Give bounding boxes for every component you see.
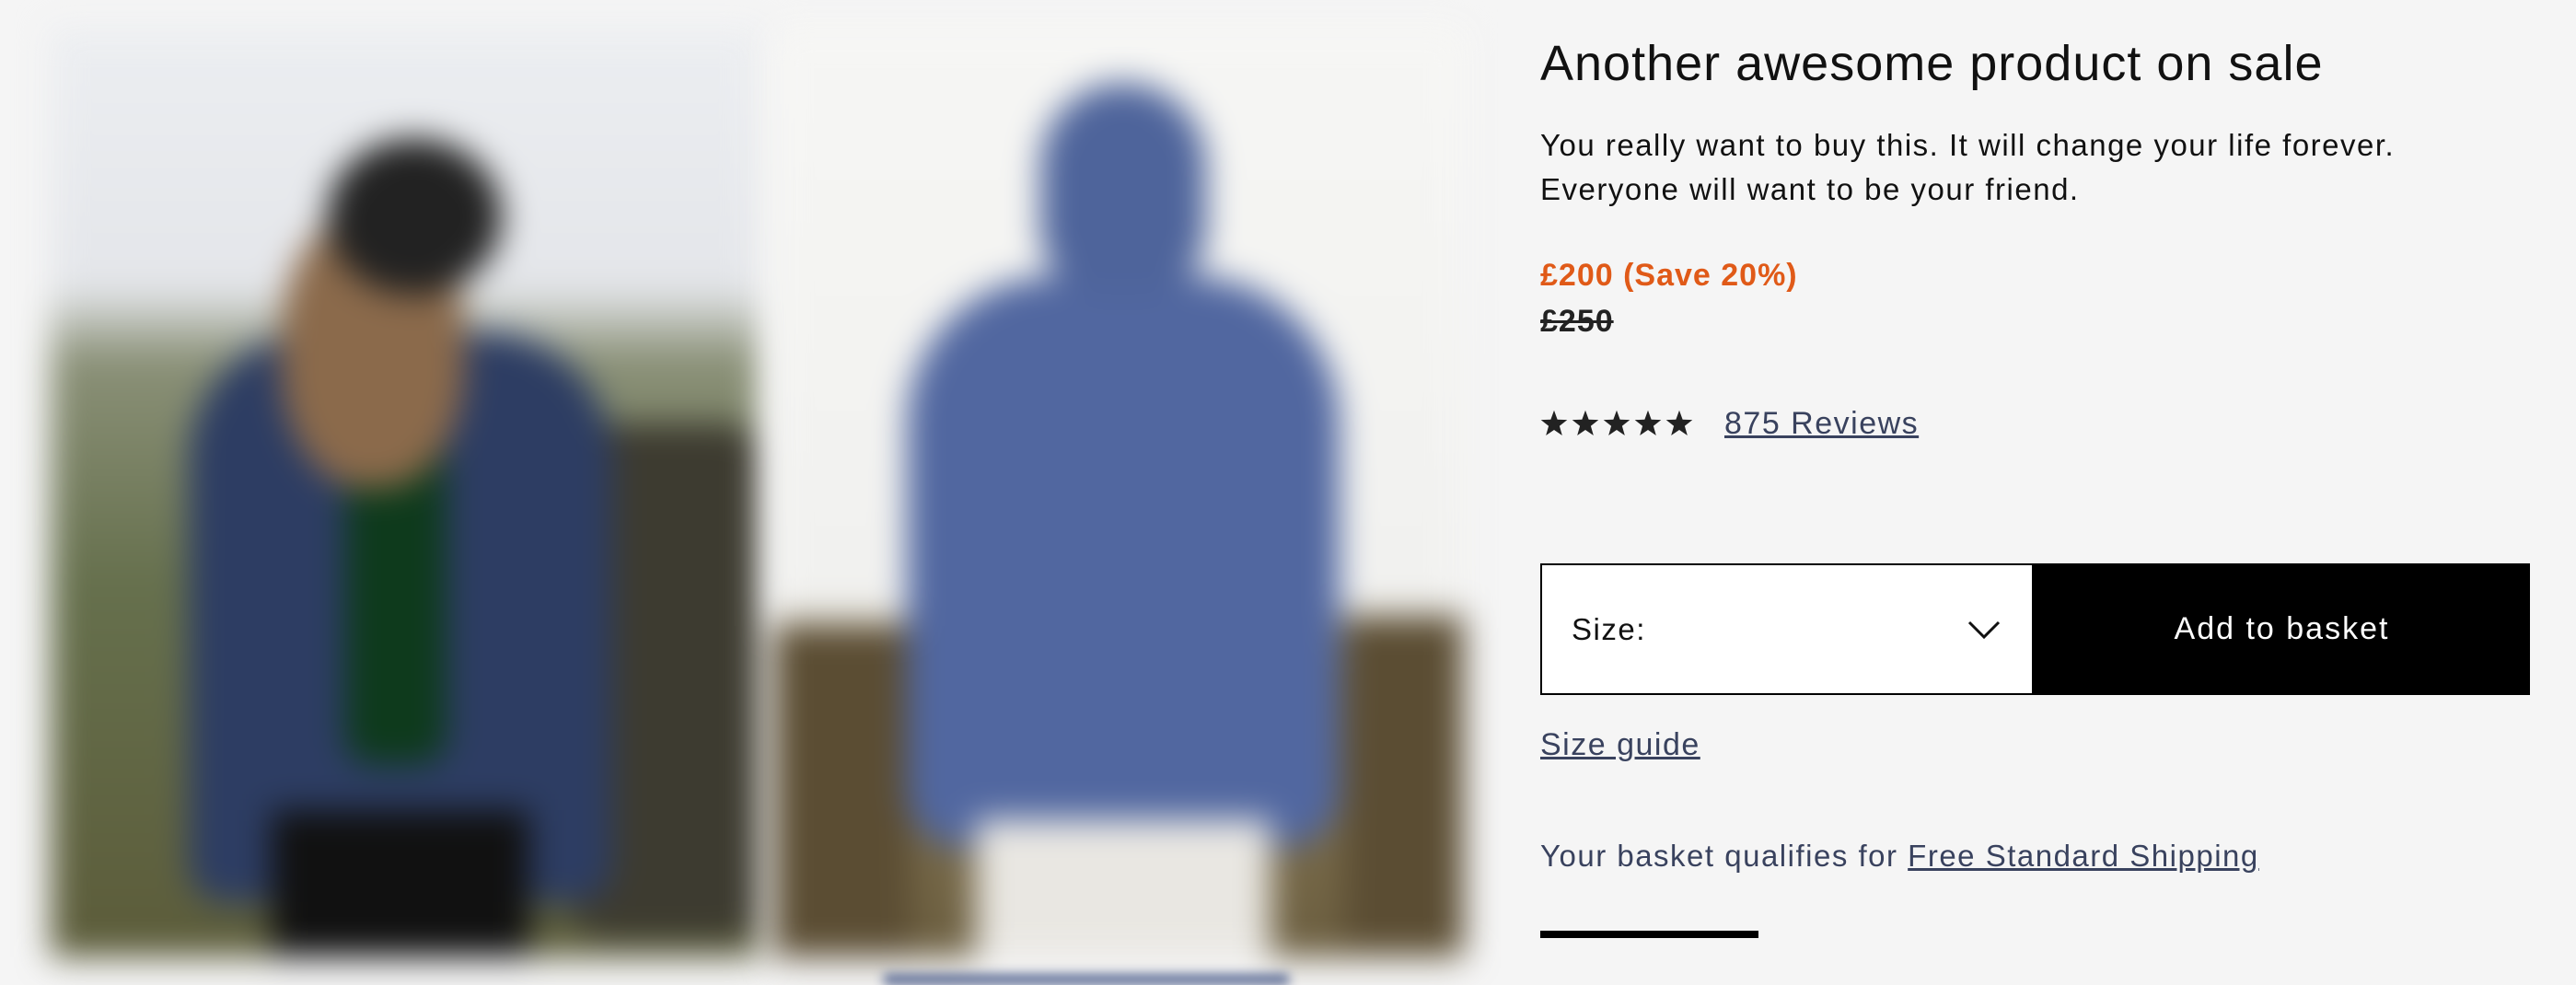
size-dropdown[interactable]: Size:	[1540, 563, 2034, 695]
product-gallery[interactable]	[0, 0, 1501, 985]
sale-price: £200 (Save 20%)	[1540, 258, 1798, 293]
product-image-front[interactable]	[51, 28, 760, 957]
description-line: You really want to buy this. It will cha…	[1540, 128, 2396, 162]
chevron-down-icon	[1967, 620, 2001, 639]
image-legs	[272, 810, 529, 957]
product-image-back[interactable]	[773, 28, 1464, 957]
original-price: £250	[1540, 304, 1614, 339]
purchase-row: Size: Add to basket	[1540, 563, 2530, 695]
size-guide-link[interactable]: Size guide	[1540, 727, 1700, 763]
star-icon	[1634, 410, 1662, 435]
description-line: Everyone will want to be your friend.	[1540, 172, 2080, 206]
shipping-progress-bar	[1540, 931, 2530, 938]
image-hoodie	[907, 276, 1340, 847]
star-icon	[1603, 410, 1630, 435]
shipping-progress-fill	[1540, 931, 1758, 938]
star-rating	[1540, 410, 1693, 437]
add-to-basket-button[interactable]: Add to basket	[2034, 563, 2530, 695]
star-icon	[1572, 410, 1599, 435]
size-dropdown-label: Size:	[1572, 611, 1646, 646]
product-page: Another awesome product on sale You real…	[0, 0, 2576, 985]
image-pants	[976, 819, 1271, 957]
star-icon	[1540, 410, 1568, 435]
image-hat	[327, 138, 502, 295]
product-description: You really want to buy this. It will cha…	[1540, 123, 2535, 212]
shipping-message: Your basket qualifies for Free Standard …	[1540, 839, 2259, 874]
star-icon	[1665, 410, 1693, 435]
gallery-scroll-indicator[interactable]	[884, 974, 1289, 985]
rating-row: 875 Reviews	[1540, 403, 1919, 444]
product-title: Another awesome product on sale	[1540, 36, 2324, 91]
image-background	[1344, 617, 1464, 948]
free-shipping-link[interactable]: Free Standard Shipping	[1908, 839, 2259, 873]
image-hood	[1040, 83, 1206, 295]
reviews-link[interactable]: 875 Reviews	[1724, 406, 1919, 442]
shipping-message-text: Your basket qualifies for	[1540, 839, 1909, 873]
image-background	[773, 626, 911, 957]
